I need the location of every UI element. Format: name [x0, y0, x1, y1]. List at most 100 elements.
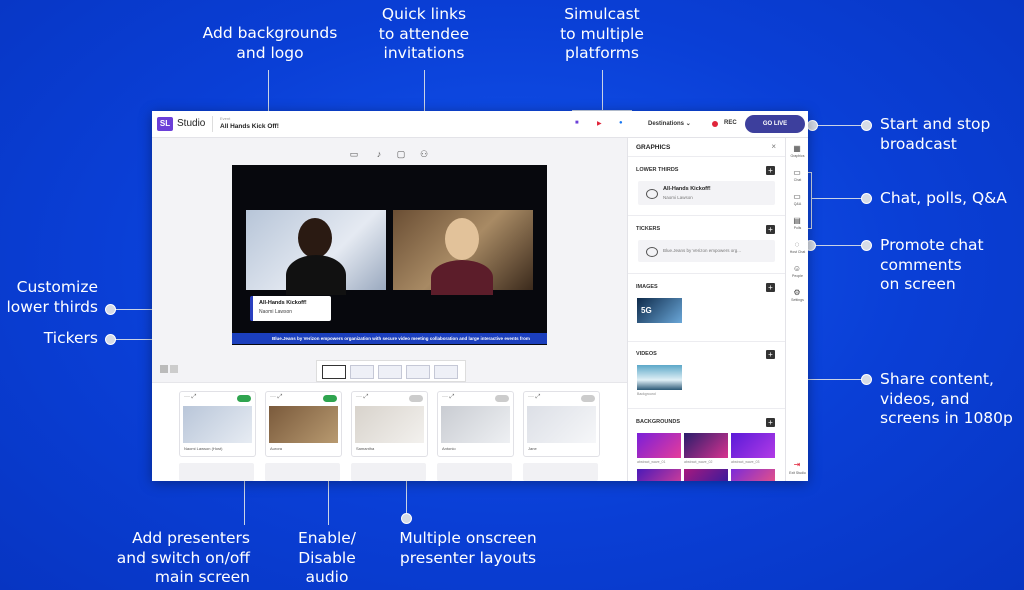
presenter-card[interactable]: ··· ⤢ Naomi Lawson (Host) [179, 391, 256, 457]
divider [628, 341, 786, 342]
people-icon[interactable]: ☺ [792, 264, 802, 273]
on-screen-toggle[interactable] [409, 395, 423, 402]
rail-label-exit: Exit Studio [789, 471, 806, 475]
layout-option[interactable] [378, 365, 402, 379]
image-thumbnail[interactable]: 5G [637, 298, 682, 323]
backgrounds-heading: BACKGROUNDS [636, 419, 680, 425]
presenter-card[interactable]: ··· ⤢ Aurora [265, 391, 342, 457]
lower-third-subtitle: Naomi Lawson [259, 309, 293, 315]
exit-icon[interactable]: ⇥ [792, 460, 802, 469]
background-thumbnail[interactable] [637, 433, 681, 458]
graphics-icon[interactable]: ▦ [792, 144, 802, 153]
empty-slot [265, 463, 340, 481]
lower-third-item-title: All-Hands Kickoff! [663, 186, 711, 192]
leader-line [812, 245, 864, 246]
more-icon[interactable]: ··· ⤢ [442, 394, 454, 401]
background-thumbnail[interactable] [684, 469, 728, 481]
twitch-destination-icon[interactable]: ■ [575, 120, 579, 126]
lower-third-item[interactable]: All-Hands Kickoff! Naomi Lawson [638, 181, 775, 205]
on-screen-toggle[interactable] [581, 395, 595, 402]
layout-option[interactable] [350, 365, 374, 379]
studio-app-window: SL Studio Event All Hands Kick Off! ■ ▶ … [152, 111, 808, 481]
leader-line [808, 172, 812, 173]
more-icon[interactable]: ··· ⤢ [356, 394, 368, 401]
eye-icon[interactable] [646, 247, 658, 257]
settings-gear-icon[interactable]: ⚙ [792, 288, 802, 297]
add-ticker-button[interactable]: + [766, 225, 775, 234]
rec-button[interactable]: REC [724, 120, 737, 126]
presenter-video-2 [393, 210, 533, 295]
main-stage: All-Hands Kickoff! Naomi Lawson Blue.Jea… [232, 165, 547, 345]
graphics-panel: GRAPHICS × LOWER THIRDS + All-Hands Kick… [627, 138, 786, 481]
tickers-heading: TICKERS [636, 226, 661, 232]
screen-share-icon[interactable]: ▢ [395, 148, 407, 160]
rail-label-hostchat: Host Chat [789, 250, 806, 254]
ticker-item-text: Blue.Jeans by Verizon empowers org... [663, 248, 742, 253]
presenter-card[interactable]: ··· ⤢ Jane [523, 391, 600, 457]
chat-icon[interactable]: ▭ [792, 168, 802, 177]
polls-icon[interactable]: ▤ [792, 216, 802, 225]
empty-slot [179, 463, 254, 481]
background-thumbnail[interactable] [637, 469, 681, 481]
leader-line [808, 228, 812, 229]
qa-icon[interactable]: ▭ [792, 192, 802, 201]
on-screen-toggle[interactable] [237, 395, 251, 402]
more-icon[interactable]: ··· ⤢ [270, 394, 282, 401]
presenter-body [286, 255, 346, 295]
presenter-thumbnail [183, 406, 252, 443]
presenter-name: Antonio [442, 446, 456, 451]
event-label: Event [220, 116, 231, 121]
rail-label-people: People [792, 274, 803, 278]
facebook-destination-icon[interactable]: ● [619, 120, 623, 126]
presenter-card[interactable]: ··· ⤢ Antonio [437, 391, 514, 457]
microphone-icon[interactable]: ♪ [373, 148, 385, 160]
callout-start-stop: Start and stop broadcast [880, 115, 991, 153]
divider [628, 156, 786, 157]
ticker-item[interactable]: Blue.Jeans by Verizon empowers org... [638, 240, 775, 262]
graphics-title: GRAPHICS [636, 144, 671, 151]
presenter-name: Jane [528, 446, 537, 451]
youtube-destination-icon[interactable]: ▶ [597, 120, 602, 127]
on-screen-toggle[interactable] [323, 395, 337, 402]
eye-icon[interactable] [646, 189, 658, 199]
grid-icon[interactable] [160, 365, 168, 373]
presenter-thumbnail [269, 406, 338, 443]
presenter-head [445, 218, 479, 260]
close-icon[interactable]: × [771, 142, 776, 151]
divider [628, 215, 786, 216]
add-video-button[interactable]: + [766, 350, 775, 359]
camera-icon[interactable]: ▭ [348, 148, 360, 160]
layout-option[interactable] [322, 365, 346, 379]
image-caption: 5G [641, 306, 652, 315]
destinations-dropdown[interactable]: Destinations ⌄ [648, 120, 691, 127]
on-screen-toggle[interactable] [495, 395, 509, 402]
background-thumbnail[interactable] [684, 433, 728, 458]
layout-option[interactable] [406, 365, 430, 379]
leader-dot [861, 193, 872, 204]
empty-slot [523, 463, 598, 481]
host-chat-icon[interactable]: ◌ [792, 240, 802, 249]
presenter-card[interactable]: ··· ⤢ Samantha [351, 391, 428, 457]
background-caption: abstract_wave_01 [637, 460, 666, 464]
more-icon[interactable]: ··· ⤢ [184, 394, 196, 401]
image-icon[interactable] [170, 365, 178, 373]
go-live-button[interactable]: GO LIVE [745, 115, 805, 133]
leader-dot [105, 334, 116, 345]
background-caption: abstract_wave_03 [731, 460, 760, 464]
more-icon[interactable]: ··· ⤢ [528, 394, 540, 401]
presenter-thumbnail [355, 406, 424, 443]
add-background-button[interactable]: + [766, 418, 775, 427]
invite-link-icon[interactable]: ⚇ [418, 148, 430, 160]
layout-option[interactable] [434, 365, 458, 379]
add-image-button[interactable]: + [766, 283, 775, 292]
presenter-video-1 [246, 210, 386, 295]
background-thumbnail[interactable] [731, 469, 775, 481]
leader-dot [807, 120, 818, 131]
video-thumbnail[interactable] [637, 365, 682, 390]
callout-share: Share content, videos, and screens in 10… [880, 370, 1013, 427]
add-lower-third-button[interactable]: + [766, 166, 775, 175]
divider [212, 116, 213, 132]
background-thumbnail[interactable] [731, 433, 775, 458]
presenter-name: Naomi Lawson (Host) [184, 446, 223, 451]
rail-label-qa: Q&A [793, 202, 802, 206]
